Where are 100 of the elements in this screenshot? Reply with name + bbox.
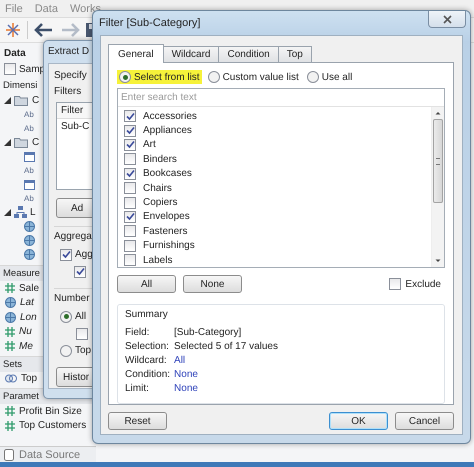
group-label: Summary (125, 309, 169, 320)
section-heading: Sets (3, 358, 22, 370)
radio-button[interactable] (119, 71, 131, 83)
globe-icon (5, 312, 16, 323)
tab[interactable]: General (108, 44, 164, 63)
window-title: Filter [Sub-Category] (99, 17, 200, 29)
checkbox[interactable] (124, 225, 136, 238)
summary-value: Selected 5 of 17 values (174, 341, 279, 352)
checkbox[interactable] (124, 240, 136, 252)
summary-label: Wildcard: (125, 355, 168, 366)
radio-label[interactable]: Custom value list (222, 72, 299, 82)
checkbox[interactable] (4, 63, 16, 75)
scroll-thumb[interactable] (433, 119, 443, 203)
close-icon (442, 14, 452, 24)
datasource-icon (4, 449, 14, 461)
checkbox[interactable] (389, 278, 402, 290)
summary-link[interactable]: None (174, 383, 437, 394)
scrollbar[interactable] (431, 107, 444, 267)
type-glyph: Ab (24, 110, 34, 118)
list-item[interactable]: Envelopes (143, 211, 190, 222)
calendar-icon (24, 150, 35, 162)
list-item[interactable]: Fasteners (143, 226, 188, 237)
summary-label: Field: (125, 327, 150, 338)
group-label: Number (54, 293, 90, 304)
radio-button[interactable] (60, 344, 72, 356)
checkbox-label[interactable]: Exclude (405, 278, 441, 290)
tab[interactable]: Wildcard (162, 46, 220, 62)
field-label: Lon (20, 312, 37, 323)
summary-link[interactable]: All (174, 355, 437, 366)
close-button[interactable] (428, 11, 466, 28)
list-item[interactable]: Copiers (143, 197, 178, 208)
checkbox[interactable] (124, 254, 136, 266)
forward-arrow-icon (60, 22, 80, 38)
summary-label: Limit: (125, 383, 150, 394)
field-label: L (30, 206, 36, 218)
tab[interactable]: Condition (218, 46, 279, 62)
globe-icon (5, 297, 16, 308)
radio-button[interactable] (306, 71, 319, 83)
field-label: C (32, 94, 40, 106)
radio-button[interactable] (60, 310, 72, 322)
checkbox[interactable] (124, 196, 136, 209)
field-label: C (32, 136, 40, 148)
hash-icon (5, 406, 15, 416)
list-item[interactable]: Art (143, 139, 156, 150)
tab[interactable]: Top (278, 46, 312, 62)
hash-icon (5, 326, 15, 337)
field-label: Top (21, 373, 38, 384)
checkbox-label: Agg (75, 249, 93, 260)
checkbox[interactable] (124, 153, 136, 166)
checkbox[interactable] (124, 110, 136, 122)
checkbox[interactable] (124, 210, 136, 223)
list-item[interactable]: Accessories (143, 110, 197, 122)
checkbox[interactable] (124, 124, 136, 137)
back-arrow-icon (34, 22, 54, 38)
type-glyph: Ab (24, 124, 34, 132)
ok-button[interactable]: OK (329, 412, 388, 430)
field-label: Top Customers (19, 420, 86, 432)
summary-label: Selection: (125, 341, 170, 352)
pane-title: Data (4, 48, 26, 59)
checkbox[interactable] (60, 248, 72, 260)
field-label: Nu (19, 326, 32, 338)
set-icon (5, 373, 17, 384)
list-item[interactable]: Chairs (143, 182, 172, 194)
checkbox[interactable] (74, 266, 86, 278)
list-item[interactable]: Labels (143, 254, 172, 266)
field-label: Sale (19, 282, 40, 294)
type-glyph: Ab (24, 194, 34, 202)
summary-value: [Sub-Category] (174, 327, 242, 338)
instruction-text: Specify (54, 70, 87, 81)
reset-button[interactable]: Reset (108, 412, 167, 430)
logo-icon[interactable] (5, 22, 21, 38)
summary-label: Condition: (125, 369, 170, 380)
list-item[interactable]: Furnishings (143, 240, 195, 252)
checkbox[interactable] (124, 138, 136, 151)
type-glyph: Ab (24, 166, 34, 174)
radio-button[interactable] (208, 71, 220, 83)
list-item[interactable]: Binders (143, 154, 177, 165)
hash-icon (5, 420, 15, 431)
radio-label[interactable]: Use all (322, 72, 352, 82)
group-label: Aggrega (54, 231, 92, 242)
section-heading: Dimensi (3, 80, 38, 91)
field-label: Lat (20, 297, 34, 308)
checkbox[interactable] (124, 168, 136, 180)
select-all-button[interactable]: All (117, 275, 176, 293)
section-heading: Measure (3, 268, 40, 279)
radio-label: Top (75, 345, 92, 356)
cancel-button[interactable]: Cancel (395, 412, 454, 430)
table-cell-text: Sub-C (60, 120, 90, 134)
hash-icon (5, 341, 15, 352)
radio-label[interactable]: Select from list (134, 72, 200, 82)
select-none-button[interactable]: None (183, 275, 242, 293)
checkbox[interactable] (76, 328, 88, 340)
list-item[interactable]: Appliances (143, 125, 192, 136)
radio-label: All (75, 311, 86, 322)
field-label: Profit Bin Size (19, 406, 82, 417)
list-item[interactable]: Bookcases (143, 168, 192, 180)
globe-icon (24, 234, 35, 246)
summary-link[interactable]: None (174, 369, 437, 380)
checkbox[interactable] (124, 182, 136, 194)
folder-icon (14, 94, 29, 106)
